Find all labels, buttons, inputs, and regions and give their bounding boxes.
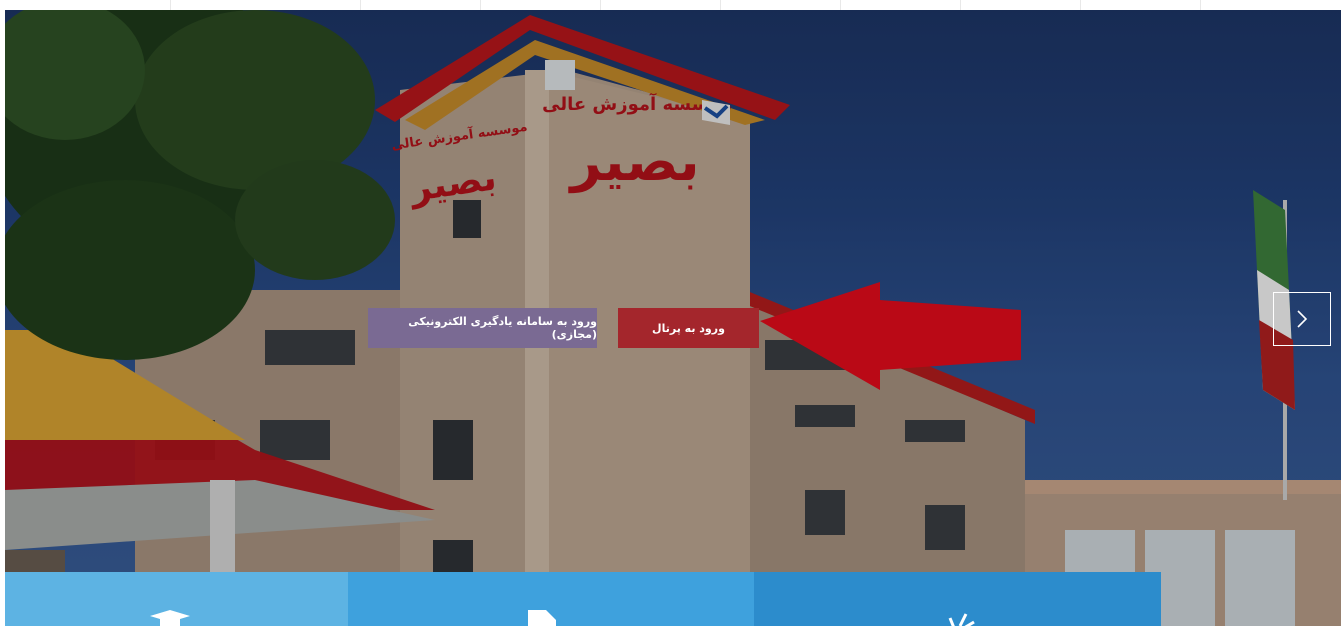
document-icon	[528, 610, 556, 626]
graduation-cap-icon	[150, 610, 190, 626]
lms-login-button[interactable]: ورود به سامانه یادگیری الکترونیکی (مجازی…	[368, 308, 597, 348]
portal-login-button[interactable]: ورود به پرتال	[618, 308, 759, 348]
top-grid	[0, 0, 1341, 10]
slider-next-button[interactable]	[1273, 292, 1331, 346]
rays-icon	[948, 613, 975, 626]
feature-card-2[interactable]	[348, 572, 754, 626]
feature-card-1[interactable]	[5, 572, 348, 626]
chevron-right-icon	[1297, 310, 1308, 328]
feature-cards	[5, 572, 1161, 626]
hero-slider: موسسه آموزش عالی بصیر موسسه آموزش عالی ب…	[5, 10, 1341, 626]
feature-card-3[interactable]	[754, 572, 1161, 626]
